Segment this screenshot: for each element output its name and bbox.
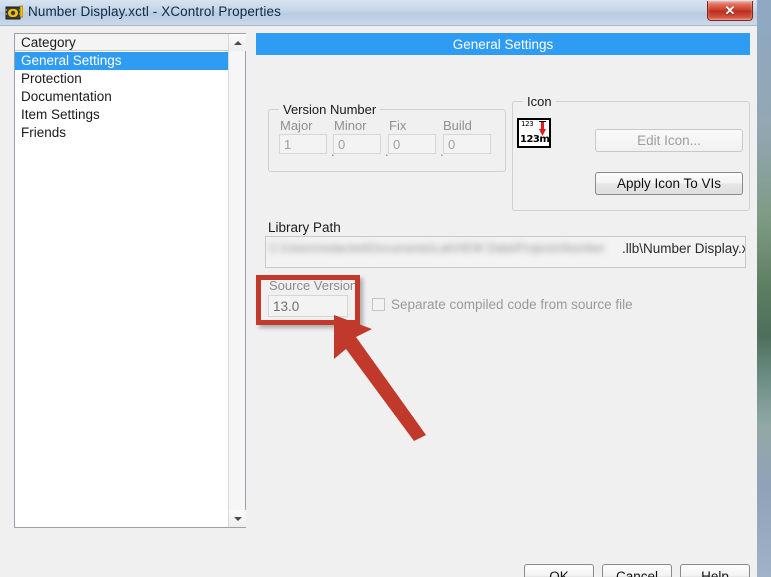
vi-icon-top-text: 123 bbox=[521, 120, 534, 128]
sidebar-item-documentation[interactable]: Documentation bbox=[15, 88, 228, 106]
category-scrollbar[interactable] bbox=[228, 34, 246, 527]
scroll-down-icon[interactable] bbox=[229, 510, 246, 527]
library-path-input[interactable]: C:\Users\redacted\Documents\LabVIEW Data… bbox=[265, 236, 746, 268]
screen: Number Display.xctl - XControl Propertie… bbox=[0, 0, 771, 577]
version-number-group-title: Version Number bbox=[279, 102, 381, 117]
sidebar-item-item-settings[interactable]: Item Settings bbox=[15, 106, 228, 124]
build-input[interactable]: 0 bbox=[443, 134, 491, 154]
close-button[interactable]: ✕ bbox=[707, 1, 753, 21]
icon-group-title: Icon bbox=[523, 94, 556, 109]
xcontrol-properties-window: Number Display.xctl - XControl Propertie… bbox=[0, 0, 757, 577]
source-version-input[interactable]: 13.0 bbox=[268, 295, 348, 317]
major-label: Major bbox=[280, 118, 313, 133]
library-path-visible-text: .llb\Number Display.xctl bbox=[622, 241, 745, 256]
category-items: General Settings Protection Documentatio… bbox=[15, 52, 228, 142]
minor-label: Minor bbox=[334, 118, 367, 133]
fix-input[interactable]: 0 bbox=[388, 134, 436, 154]
window-title: Number Display.xctl - XControl Propertie… bbox=[28, 4, 281, 19]
library-path-label: Library Path bbox=[268, 220, 341, 235]
category-header: Category bbox=[15, 34, 228, 51]
vi-icon-preview[interactable]: 123 123m bbox=[517, 118, 551, 148]
sidebar-item-general-settings[interactable]: General Settings bbox=[15, 52, 228, 70]
build-label: Build bbox=[443, 118, 472, 133]
apply-icon-to-vis-button[interactable]: Apply Icon To VIs bbox=[595, 172, 743, 195]
window-client-area: Category General Settings Protection Doc… bbox=[0, 26, 757, 577]
fix-label: Fix bbox=[389, 118, 407, 133]
minor-input[interactable]: 0 bbox=[333, 134, 381, 154]
page-title: General Settings bbox=[256, 33, 750, 55]
sidebar-item-friends[interactable]: Friends bbox=[15, 124, 228, 142]
desktop-background bbox=[757, 0, 771, 577]
ok-button[interactable]: OK bbox=[524, 564, 594, 577]
separate-compiled-code-checkbox[interactable] bbox=[372, 298, 385, 311]
close-icon: ✕ bbox=[724, 2, 736, 18]
separate-compiled-code-checkbox-row[interactable]: Separate compiled code from source file bbox=[372, 297, 633, 312]
edit-icon-button[interactable]: Edit Icon... bbox=[595, 129, 743, 152]
xcontrol-icon bbox=[5, 4, 24, 22]
separate-compiled-code-label: Separate compiled code from source file bbox=[391, 297, 633, 312]
cancel-button[interactable]: Cancel bbox=[602, 564, 672, 577]
window-titlebar[interactable]: Number Display.xctl - XControl Propertie… bbox=[0, 0, 757, 26]
category-listbox[interactable]: Category General Settings Protection Doc… bbox=[14, 33, 246, 528]
annotation-arrow-icon bbox=[334, 315, 426, 441]
help-button[interactable]: Help bbox=[680, 564, 750, 577]
scroll-up-icon[interactable] bbox=[229, 34, 246, 51]
source-version-label: Source Version bbox=[269, 278, 358, 293]
sidebar-item-protection[interactable]: Protection bbox=[15, 70, 228, 88]
major-input[interactable]: 1 bbox=[279, 134, 327, 154]
vi-icon-bottom-text: 123m bbox=[520, 134, 550, 145]
library-path-redacted-text: C:\Users\redacted\Documents\LabVIEW Data… bbox=[269, 241, 606, 255]
